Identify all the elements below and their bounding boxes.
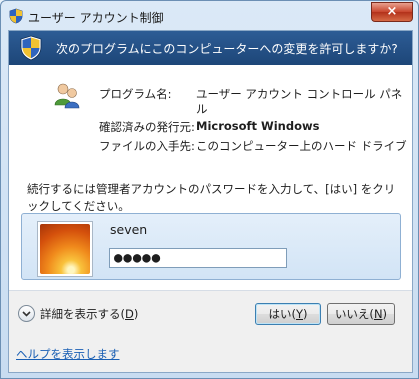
- file-origin-label: ファイルの入手先:: [99, 139, 195, 153]
- program-name-value-cont: ル: [196, 102, 208, 116]
- chevron-down-glyph: [22, 311, 31, 317]
- close-button[interactable]: ×: [371, 2, 413, 22]
- yes-button[interactable]: はい(Y): [255, 303, 321, 325]
- username-label: seven: [110, 222, 148, 237]
- no-mnemonic: N: [373, 307, 383, 321]
- details-mnemonic: D: [125, 307, 134, 321]
- window-title: ユーザー アカウント制御: [28, 11, 164, 25]
- yes-text: はい(: [268, 307, 296, 321]
- publisher-value: Microsoft Windows: [196, 119, 320, 133]
- title-bar[interactable]: ユーザー アカウント制御 ×: [1, 1, 418, 31]
- no-button[interactable]: いいえ(N): [327, 303, 395, 325]
- program-name-value: ユーザー アカウント コントロール パネ: [196, 87, 403, 101]
- help-link[interactable]: ヘルプを表示します: [16, 346, 120, 362]
- file-origin-value: このコンピューター上のハード ドライブ: [196, 139, 407, 153]
- program-name-label: プログラム名:: [99, 87, 172, 101]
- publisher-label: 確認済みの発行元:: [99, 120, 195, 134]
- uac-dialog: ユーザー アカウント制御 × 次のプログラムにこのコンピューターへの変更を許可し…: [0, 0, 419, 379]
- dialog-body: 次のプログラムにこのコンピューターへの変更を許可しますか? プログラム名: ユー…: [8, 30, 413, 373]
- instruction-text: 続行するには管理者アカウントのパスワードを入力して、[はい] をクリックしてくだ…: [27, 182, 396, 213]
- details-suffix: ): [133, 307, 139, 321]
- uac-shield-icon: [9, 8, 23, 24]
- credential-tile[interactable]: seven ●●●●●: [21, 213, 401, 280]
- yes-mnemonic: Y: [295, 307, 304, 321]
- chevron-down-icon[interactable]: [18, 305, 35, 322]
- avatar-image: [40, 224, 90, 274]
- password-field[interactable]: ●●●●●: [109, 248, 287, 268]
- user-avatar: [37, 221, 93, 277]
- no-text: いいえ(: [334, 307, 374, 321]
- no-suffix: ): [382, 307, 388, 321]
- close-icon: ×: [386, 4, 398, 19]
- users-icon: [54, 83, 80, 109]
- footer: 詳細を表示する(D) はい(Y) いいえ(N) ヘルプを表示します: [9, 291, 412, 372]
- uac-banner: 次のプログラムにこのコンピューターへの変更を許可しますか?: [9, 31, 412, 65]
- yes-suffix: ): [303, 307, 308, 321]
- banner-question: 次のプログラムにこのコンピューターへの変更を許可しますか?: [56, 42, 398, 56]
- details-text: 詳細を表示する(: [40, 307, 125, 321]
- show-details-toggle[interactable]: 詳細を表示する(D): [40, 306, 138, 322]
- uac-shield-icon: [20, 35, 42, 61]
